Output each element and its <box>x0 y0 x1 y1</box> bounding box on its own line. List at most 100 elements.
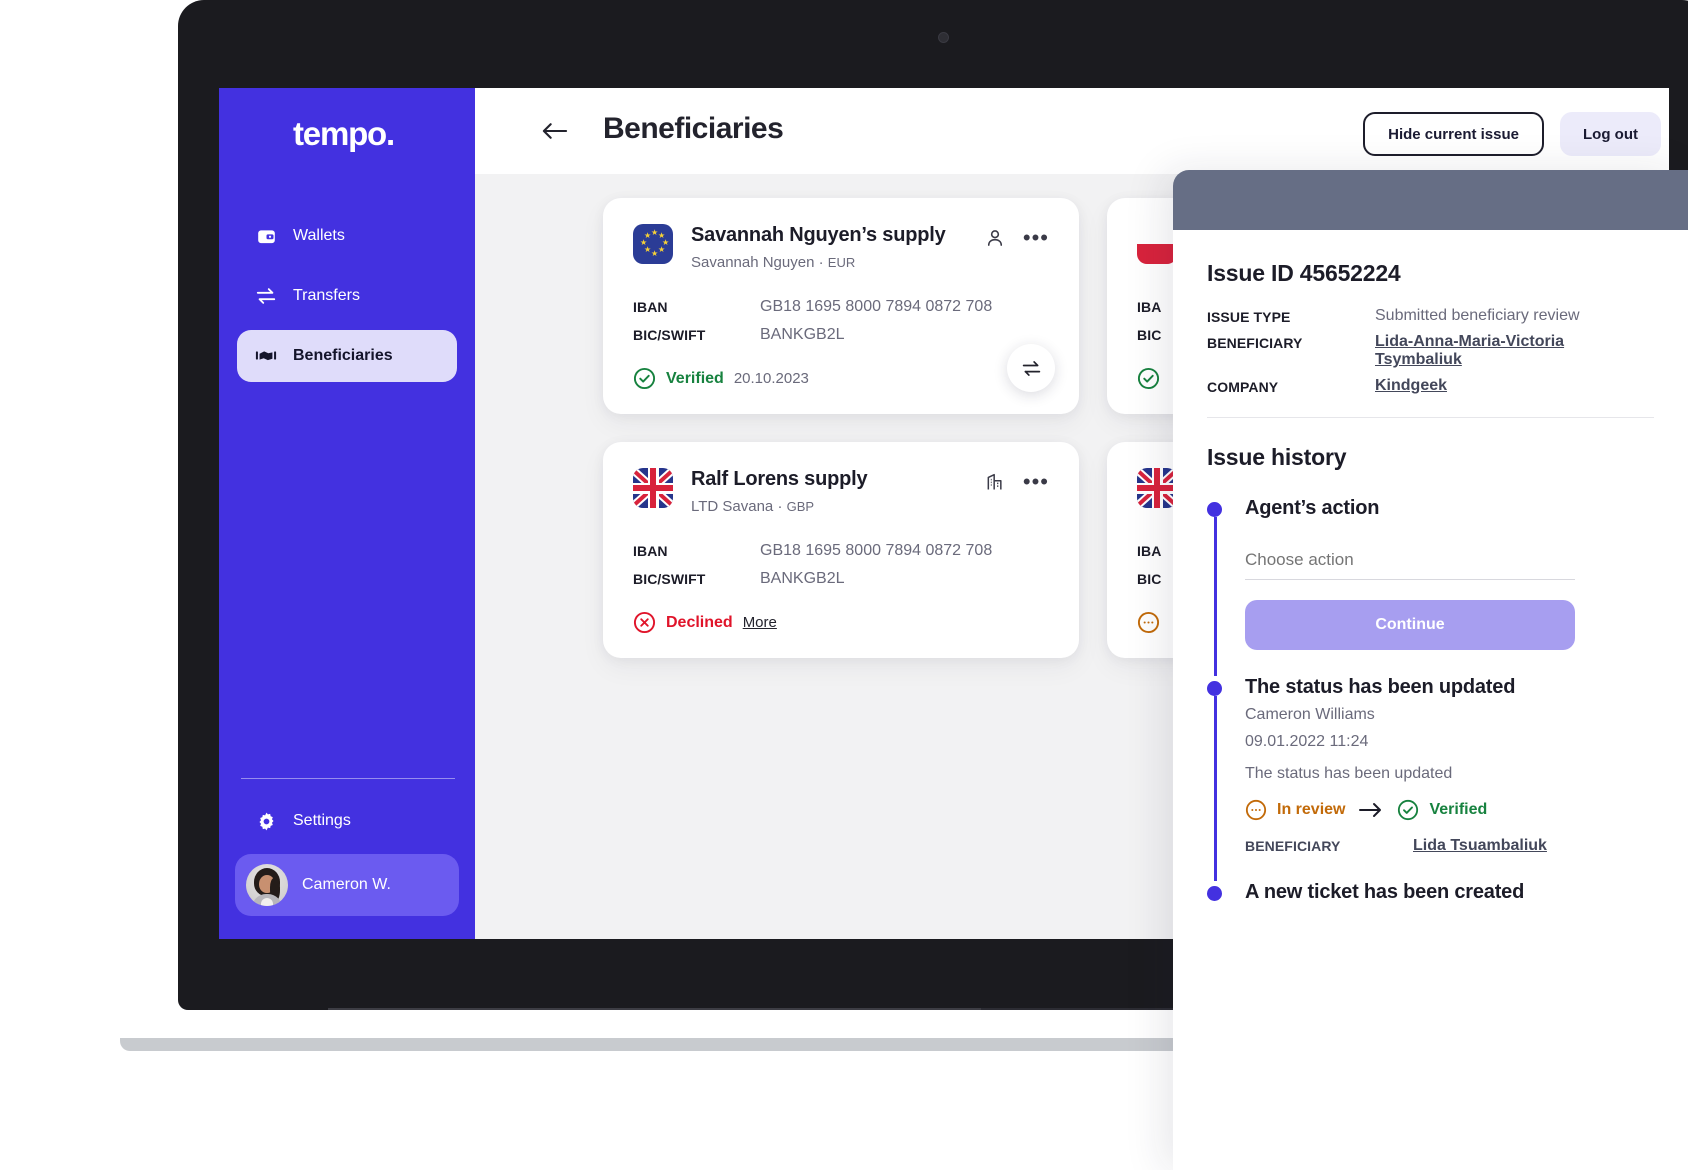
x-circle-icon <box>633 611 656 634</box>
timeline-line <box>1213 696 1217 881</box>
issue-panel-body: Issue ID 45652224 ISSUE TYPE Submitted b… <box>1173 230 1688 930</box>
row-key: IBAN <box>633 543 668 559</box>
dots-circle-icon <box>1137 611 1160 634</box>
beneficiary-card[interactable]: Ralf Lorens supply LTD Savana · GBP ••• … <box>603 442 1079 658</box>
check-circle-icon <box>1397 799 1419 821</box>
sidebar-item-label: Beneficiaries <box>293 347 393 364</box>
sidebar-divider <box>241 778 455 779</box>
sidebar-item-wallets[interactable]: Wallets <box>237 210 457 262</box>
meta-key: BENEFICIARY <box>1207 335 1303 351</box>
more-dots-icon[interactable]: ••• <box>1023 471 1049 493</box>
meta-key: COMPANY <box>1207 379 1279 395</box>
row-key: BIC/SWIFT <box>633 571 706 587</box>
brand-logo: tempo. <box>293 115 395 152</box>
status-text: Declined <box>666 613 733 631</box>
card-row-bic: BIC/SWIFT BANKGB2L <box>633 321 1049 349</box>
topbar-actions: Hide current issue Log out <box>1363 112 1661 156</box>
sidebar-nav: Wallets Transfers Beneficiaries <box>237 210 457 390</box>
card-row-iban: IBAN GB18 1695 8000 7894 0872 708 <box>633 537 1049 565</box>
person-icon[interactable] <box>984 227 1006 249</box>
issue-meta-row-company: COMPANY Kindgeek <box>1207 377 1654 395</box>
timeline-dot-icon <box>1207 681 1222 696</box>
meta-key: BENEFICIARY <box>1245 838 1341 854</box>
choose-action-input[interactable] <box>1245 540 1575 580</box>
timeline-date: 09.01.2022 11:24 <box>1245 733 1369 750</box>
card-currency: EUR <box>827 255 856 270</box>
sidebar-item-label: Wallets <box>293 227 345 244</box>
status-date: 20.10.2023 <box>733 370 809 387</box>
issue-history-title: Issue history <box>1207 444 1347 470</box>
card-title: Savannah Nguyen’s supply <box>691 224 946 246</box>
timeline-title: Agent’s action <box>1245 497 1380 519</box>
status-badge: Verified 20.10.2023 <box>633 367 1049 390</box>
transfer-icon <box>1021 358 1042 379</box>
issue-meta-list: ISSUE TYPE Submitted beneficiary review … <box>1207 307 1654 395</box>
sidebar-item-beneficiaries[interactable]: Beneficiaries <box>237 330 457 382</box>
page-title: Beneficiaries <box>603 112 784 145</box>
topbar: Beneficiaries Hide current issue Log out <box>475 88 1669 174</box>
status-transition: In review Verified <box>1245 799 1654 821</box>
building-icon[interactable] <box>984 471 1006 493</box>
card-subtitle: LTD Savana · GBP <box>691 498 966 515</box>
wallet-icon <box>255 225 277 247</box>
row-value: GB18 1695 8000 7894 0872 708 <box>760 542 993 559</box>
webcam-icon <box>938 32 949 43</box>
panel-divider <box>1207 417 1654 418</box>
beneficiary-card[interactable]: ★ ★ ★ ★ ★ ★ ★ ★ Savannah Nguyen’s supply… <box>603 198 1079 414</box>
card-subtitle: Savannah Nguyen · EUR <box>691 254 966 271</box>
company-link[interactable]: Kindgeek <box>1375 377 1447 395</box>
row-value: BANKGB2L <box>760 326 845 343</box>
check-circle-icon <box>1137 367 1160 390</box>
timeline-dot-icon <box>1207 886 1222 901</box>
logout-button[interactable]: Log out <box>1560 112 1661 156</box>
sidebar-item-transfers[interactable]: Transfers <box>237 270 457 322</box>
issue-meta-row-type: ISSUE TYPE Submitted beneficiary review <box>1207 307 1654 325</box>
timeline-title: A new ticket has been created <box>1245 881 1525 903</box>
more-dots-icon[interactable]: ••• <box>1023 227 1049 249</box>
check-circle-icon <box>633 367 656 390</box>
status-badge: Declined More <box>633 611 1049 634</box>
eu-flag-icon: ★ ★ ★ ★ ★ ★ ★ ★ <box>633 224 673 264</box>
back-button[interactable] <box>537 114 571 148</box>
issue-timeline: Agent’s action Continue The status has b… <box>1207 497 1654 930</box>
hide-current-issue-button[interactable]: Hide current issue <box>1363 112 1545 156</box>
issue-detail-panel: Issue ID 45652224 ISSUE TYPE Submitted b… <box>1173 170 1688 1170</box>
sidebar-item-settings[interactable]: Settings <box>237 798 457 844</box>
row-value: BANKGB2L <box>760 570 845 587</box>
status-to-text: Verified <box>1429 801 1488 818</box>
user-profile-chip[interactable]: Cameron W. <box>235 854 459 916</box>
arrow-right-icon <box>1359 802 1383 818</box>
handshake-icon <box>255 345 277 367</box>
beneficiary-link[interactable]: Lida-Anna-Maria-Victoria Tsymbaliuk <box>1375 333 1635 369</box>
card-row-iban: IBAN GB18 1695 8000 7894 0872 708 <box>633 293 1049 321</box>
continue-button[interactable]: Continue <box>1245 600 1575 650</box>
meta-value: Submitted beneficiary review <box>1375 307 1580 324</box>
timeline-item-status-updated: The status has been updated Cameron Will… <box>1207 676 1654 881</box>
timeline-description: The status has been updated <box>1245 765 1453 782</box>
card-subtitle-sep: · <box>818 254 828 271</box>
issue-id-title: Issue ID 45652224 <box>1207 260 1401 286</box>
timeline-author: Cameron Williams <box>1245 706 1375 723</box>
card-currency: GBP <box>786 499 815 514</box>
gb-flag-icon <box>633 468 673 508</box>
timeline-item-new-ticket: A new ticket has been created <box>1207 881 1654 930</box>
sidebar-item-label: Transfers <box>293 287 360 304</box>
arrow-left-icon <box>541 121 568 141</box>
meta-key: ISSUE TYPE <box>1207 309 1291 325</box>
more-link[interactable]: More <box>743 614 777 631</box>
timeline-item-agent-action: Agent’s action Continue <box>1207 497 1654 676</box>
timeline-dot-icon <box>1207 502 1222 517</box>
row-key: IBAN <box>633 299 668 315</box>
beneficiary-link[interactable]: Lida Tsuambaliuk <box>1413 837 1547 855</box>
avatar <box>246 864 288 906</box>
issue-panel-header <box>1173 170 1688 230</box>
timeline-meta-row: BENEFICIARY Lida Tsuambaliuk <box>1245 837 1654 855</box>
timeline-line <box>1213 517 1217 676</box>
transfer-button[interactable] <box>1007 344 1055 392</box>
pl-flag-icon <box>1137 224 1177 264</box>
dots-circle-icon <box>1245 799 1267 821</box>
user-name: Cameron W. <box>302 876 391 893</box>
card-row-bic: BIC/SWIFT BANKGB2L <box>633 565 1049 593</box>
issue-meta-row-beneficiary: BENEFICIARY Lida-Anna-Maria-Victoria Tsy… <box>1207 333 1654 369</box>
timeline-title: The status has been updated <box>1245 676 1516 698</box>
